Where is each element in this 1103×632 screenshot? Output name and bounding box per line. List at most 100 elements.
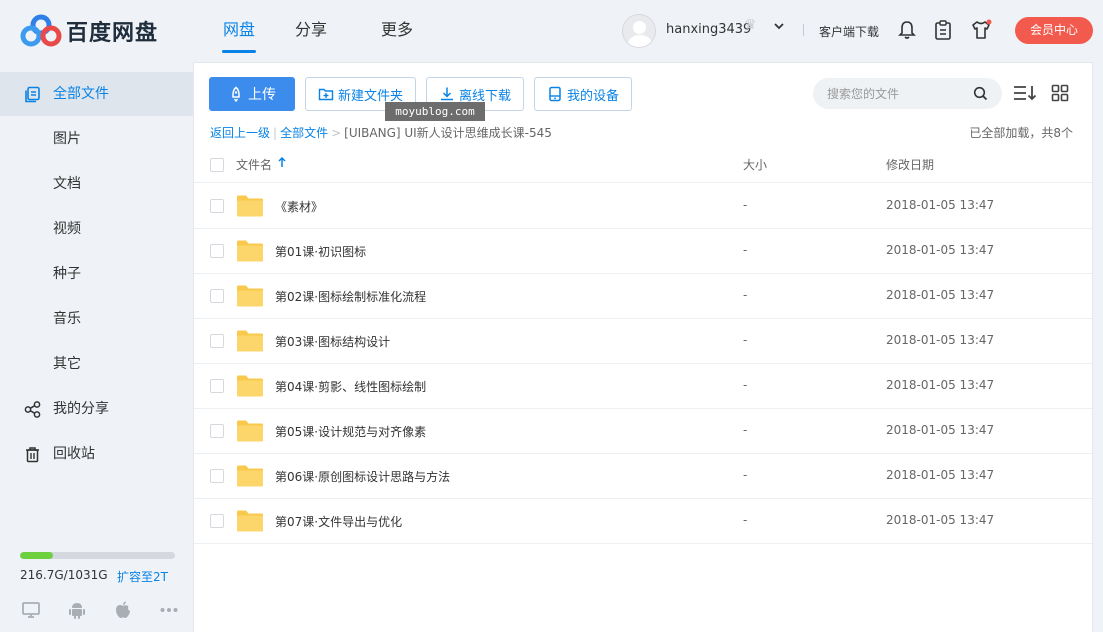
table-row[interactable]: 《素材》 - 2018-01-05 13:47 [194, 184, 1092, 229]
app-logo[interactable]: 百度网盘 [20, 14, 158, 48]
row-checkbox[interactable] [210, 199, 224, 213]
file-size: - [743, 198, 748, 212]
expand-storage-link[interactable]: 扩容至2T [117, 568, 168, 585]
username[interactable]: hanxing3439 [666, 22, 751, 37]
file-modified-date: 2018-01-05 13:47 [886, 288, 995, 302]
row-checkbox[interactable] [210, 514, 224, 528]
sidebar-item-label: 回收站 [53, 446, 95, 462]
file-modified-date: 2018-01-05 13:47 [886, 423, 995, 437]
my-devices-button[interactable]: 我的设备 [534, 77, 632, 111]
grid-view-icon[interactable] [1051, 84, 1069, 102]
apple-icon[interactable] [113, 600, 133, 620]
file-list-panel: 上传 新建文件夹 离线下载 我的设备 moyublog.com 搜索您的文件 返… [193, 62, 1093, 632]
file-name[interactable]: 第05课·设计规范与对齐像素 [275, 423, 426, 440]
table-row[interactable]: 第03课·图标结构设计 - 2018-01-05 13:47 [194, 319, 1092, 364]
sort-icon[interactable] [1012, 83, 1038, 103]
sidebar-item-documents[interactable]: 文档 [0, 162, 193, 206]
table-row[interactable]: 第06课·原创图标设计思路与方法 - 2018-01-05 13:47 [194, 454, 1092, 499]
file-name[interactable]: 《素材》 [275, 198, 323, 215]
table-row[interactable]: 第07课·文件导出与优化 - 2018-01-05 13:47 [194, 499, 1092, 544]
sidebar-item-images[interactable]: 图片 [0, 117, 193, 161]
download-icon [440, 87, 453, 101]
breadcrumb: 返回上一级 | 全部文件 > [UIBANG] UI新人设计思维成长课-545 [210, 124, 552, 141]
column-header-date[interactable]: 修改日期 [886, 156, 934, 173]
file-name[interactable]: 第01课·初识图标 [275, 243, 366, 260]
sidebar-item-label: 全部文件 [53, 86, 109, 102]
breadcrumb-all-files-link[interactable]: 全部文件 [280, 126, 328, 140]
file-modified-date: 2018-01-05 13:47 [886, 468, 995, 482]
file-size: - [743, 423, 748, 437]
sidebar-item-label: 音乐 [53, 311, 81, 327]
select-all-checkbox[interactable] [210, 158, 224, 172]
sidebar-item-label: 其它 [53, 356, 81, 372]
baidu-cloud-logo-icon [20, 14, 62, 47]
file-name[interactable]: 第04课·剪影、线性图标绘制 [275, 378, 426, 395]
sidebar-item-recycle-bin[interactable]: 回收站 [0, 432, 193, 476]
sidebar-item-my-shares[interactable]: 我的分享 [0, 387, 193, 431]
row-checkbox[interactable] [210, 289, 224, 303]
avatar[interactable] [622, 14, 656, 48]
top-header: 百度网盘 网盘 分享 更多 hanxing3439 ♛ 客户端下载 会员中心 [0, 0, 1103, 62]
sidebar-item-torrents[interactable]: 种子 [0, 252, 193, 296]
nav-tab-more[interactable]: 更多 [354, 0, 440, 62]
client-download-link[interactable]: 客户端下载 [819, 23, 879, 40]
file-name[interactable]: 第06课·原创图标设计思路与方法 [275, 468, 450, 485]
sidebar-item-all-files[interactable]: 全部文件 [0, 72, 193, 116]
breadcrumb-back-link[interactable]: 返回上一级 [210, 126, 270, 140]
file-modified-date: 2018-01-05 13:47 [886, 333, 995, 347]
clipboard-icon[interactable] [932, 19, 954, 41]
file-name[interactable]: 第03课·图标结构设计 [275, 333, 390, 350]
folder-icon [237, 465, 263, 487]
bell-icon[interactable] [896, 19, 918, 41]
nav-tab-netdisk[interactable]: 网盘 [210, 0, 268, 62]
sidebar-item-videos[interactable]: 视频 [0, 207, 193, 251]
offline-download-label: 离线下载 [458, 88, 511, 104]
folder-icon [237, 510, 263, 532]
sidebar: 全部文件 图片 文档 视频 种子 音乐 其它 我的分享 回收站 216.7G/1… [0, 62, 193, 632]
chevron-down-icon[interactable] [773, 20, 785, 32]
file-modified-date: 2018-01-05 13:47 [886, 198, 995, 212]
sidebar-item-other[interactable]: 其它 [0, 342, 193, 386]
files-icon [25, 86, 40, 103]
device-icon [549, 86, 561, 102]
sidebar-item-music[interactable]: 音乐 [0, 297, 193, 341]
trash-icon [26, 447, 39, 463]
row-checkbox[interactable] [210, 334, 224, 348]
storage-quota-fill [20, 552, 53, 559]
file-name[interactable]: 第02课·图标绘制标准化流程 [275, 288, 426, 305]
row-checkbox[interactable] [210, 469, 224, 483]
more-dots-icon[interactable] [159, 600, 179, 620]
top-nav: 网盘 分享 更多 [210, 0, 440, 62]
row-checkbox[interactable] [210, 424, 224, 438]
sidebar-item-label: 文档 [53, 176, 81, 192]
folder-icon [237, 285, 263, 307]
vip-center-button[interactable]: 会员中心 [1015, 17, 1093, 44]
sidebar-item-label: 图片 [53, 131, 81, 147]
file-name[interactable]: 第07课·文件导出与优化 [275, 513, 402, 530]
desktop-icon[interactable] [21, 600, 41, 620]
file-size: - [743, 378, 748, 392]
breadcrumb-current-folder: [UIBANG] UI新人设计思维成长课-545 [344, 126, 552, 140]
column-header-name[interactable]: 文件名 [236, 156, 272, 173]
file-modified-date: 2018-01-05 13:47 [886, 243, 995, 257]
nav-tab-share[interactable]: 分享 [268, 0, 354, 62]
search-icon[interactable] [973, 86, 988, 101]
row-checkbox[interactable] [210, 244, 224, 258]
search-input[interactable] [827, 78, 967, 109]
table-row[interactable]: 第05课·设计规范与对齐像素 - 2018-01-05 13:47 [194, 409, 1092, 454]
table-row[interactable]: 第02课·图标绘制标准化流程 - 2018-01-05 13:47 [194, 274, 1092, 319]
new-folder-label: 新建文件夹 [337, 88, 403, 104]
file-modified-date: 2018-01-05 13:47 [886, 378, 995, 392]
tshirt-icon[interactable] [970, 19, 992, 41]
column-header-size[interactable]: 大小 [743, 156, 767, 173]
share-icon [24, 401, 41, 418]
row-checkbox[interactable] [210, 379, 224, 393]
android-icon[interactable] [67, 600, 87, 620]
file-size: - [743, 468, 748, 482]
table-row[interactable]: 第04课·剪影、线性图标绘制 - 2018-01-05 13:47 [194, 364, 1092, 409]
crown-icon: ♛ [744, 17, 757, 33]
table-header: 文件名 大小 修改日期 [194, 148, 1092, 183]
sort-ascending-icon[interactable] [278, 157, 286, 168]
table-row[interactable]: 第01课·初识图标 - 2018-01-05 13:47 [194, 229, 1092, 274]
upload-button[interactable]: 上传 [209, 77, 295, 111]
